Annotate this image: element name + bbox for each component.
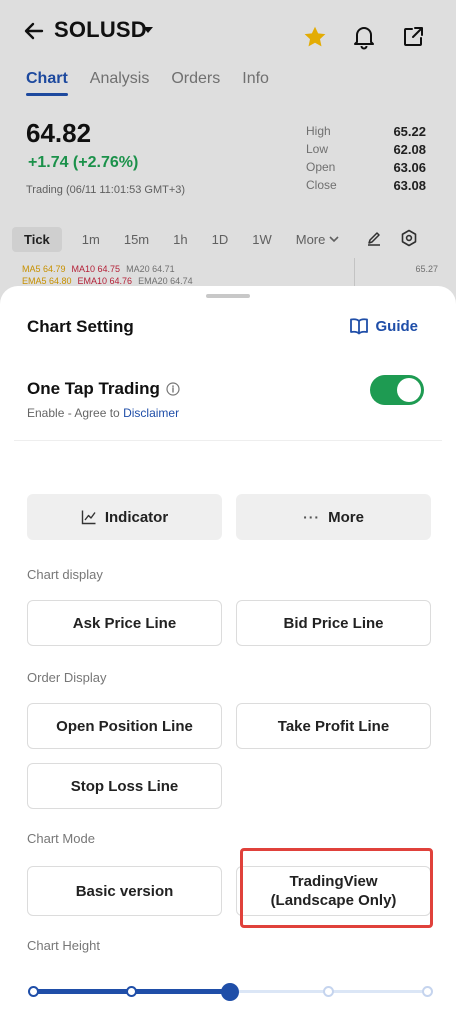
indicator-label: Indicator [104, 508, 169, 526]
basic-version-button[interactable]: Basic version [27, 866, 222, 916]
one-tap-trading-label: One Tap Trading [27, 379, 160, 398]
slider-step[interactable] [126, 986, 137, 997]
slider-step[interactable] [27, 986, 39, 997]
one-tap-trading-subtitle: Enable - Agree to Disclaimer [27, 406, 179, 420]
chart-height-slider[interactable] [27, 982, 433, 1002]
info-icon[interactable] [166, 382, 180, 396]
chart-height-heading: Chart Height [27, 938, 100, 953]
more-label: More [328, 508, 364, 526]
disclaimer-link[interactable]: Disclaimer [123, 406, 179, 420]
slider-thumb[interactable] [221, 983, 239, 1001]
highlight-box [240, 848, 433, 928]
sheet-drag-handle[interactable] [206, 294, 250, 298]
section-divider [14, 440, 442, 441]
one-tap-subtitle-text: Enable - Agree to [27, 406, 124, 420]
ask-price-line-button[interactable]: Ask Price Line [27, 600, 222, 646]
toggle-knob [397, 378, 421, 402]
one-tap-trading-toggle[interactable] [370, 375, 424, 405]
chart-setting-sheet: Chart Setting Guide One Tap Trading Enab… [0, 286, 456, 1024]
more-settings-button[interactable]: ··· More [236, 494, 431, 540]
chart-mode-heading: Chart Mode [27, 831, 95, 846]
book-icon [350, 318, 369, 335]
line-chart-icon [81, 510, 96, 525]
open-position-line-button[interactable]: Open Position Line [27, 703, 222, 749]
take-profit-line-button[interactable]: Take Profit Line [236, 703, 431, 749]
more-dots-icon: ··· [303, 509, 321, 525]
chart-display-heading: Chart display [27, 567, 103, 582]
guide-button[interactable]: Guide [349, 317, 418, 335]
bid-price-line-button[interactable]: Bid Price Line [236, 600, 431, 646]
one-tap-trading-title: One Tap Trading [27, 379, 180, 399]
stop-loss-line-button[interactable]: Stop Loss Line [27, 763, 222, 809]
slider-step[interactable] [323, 986, 334, 997]
indicator-button[interactable]: Indicator [27, 494, 222, 540]
order-display-heading: Order Display [27, 670, 107, 685]
sheet-title: Chart Setting [27, 317, 134, 336]
guide-label: Guide [375, 317, 418, 335]
slider-step[interactable] [421, 986, 433, 997]
